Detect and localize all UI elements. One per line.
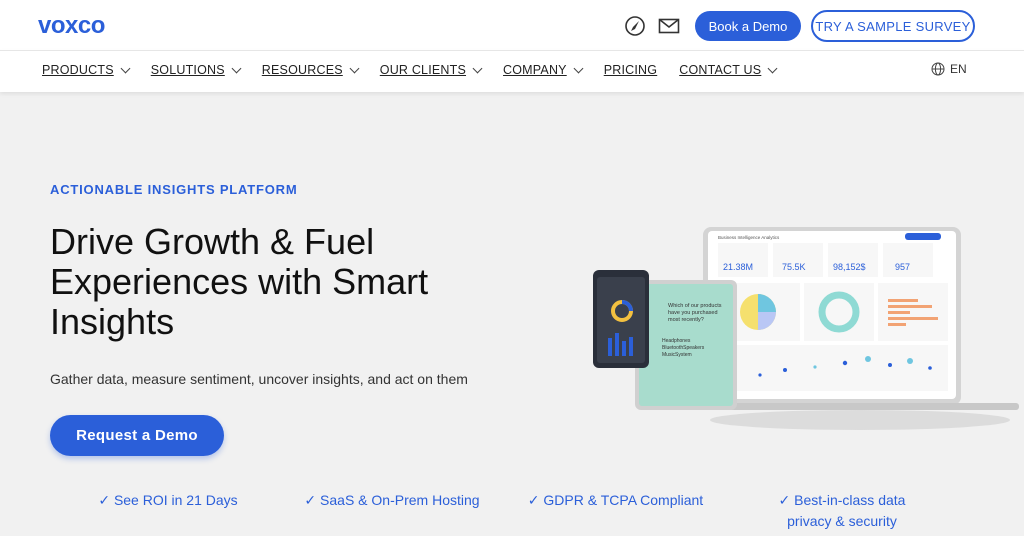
chevron-down-icon (767, 63, 778, 73)
chevron-down-icon (573, 63, 584, 73)
main-nav: PRODUCTS SOLUTIONS RESOURCES OUR CLIENTS COM… (0, 50, 1024, 92)
mail-icon[interactable] (658, 15, 680, 37)
nav-item-products[interactable]: PRODUCTS (42, 63, 131, 77)
hero-eyebrow: ACTIONABLE INSIGHTS PLATFORM (50, 182, 298, 197)
try-sample-survey-button[interactable]: TRY A SAMPLE SURVEY (811, 10, 975, 42)
feature-privacy: ✓ Best-in-class data privacy & security (778, 492, 906, 529)
dashboard-title: Business Intelligence Analytics (718, 235, 780, 240)
feature-roi: ✓ See ROI in 21 Days (98, 492, 238, 508)
kpi-3: 98,152$ (833, 262, 866, 272)
chevron-down-icon (231, 63, 242, 73)
chevron-down-icon (120, 63, 131, 73)
compass-icon[interactable] (624, 15, 646, 37)
hero-headline: Drive Growth & Fuel Experiences with Sma… (50, 221, 429, 342)
top-bar: voxco Book a Demo TRY A SAMPLE SURVEY (0, 0, 1024, 50)
nav-item-pricing[interactable]: PRICING (604, 63, 658, 77)
feature-compliance: ✓ GDPR & TCPA Compliant (527, 492, 704, 508)
kpi-1: 21.38M (723, 262, 753, 272)
language-label: EN (950, 62, 967, 76)
nav-item-company[interactable]: COMPANY (503, 63, 584, 77)
kpi-4: 957 (895, 262, 910, 272)
product-illustration: Business Intelligence Analytics 21.38M 7… (593, 227, 1019, 430)
nav-item-contact-us[interactable]: CONTACT US (679, 63, 778, 77)
language-selector[interactable]: EN (931, 62, 967, 76)
nav-items: PRODUCTS SOLUTIONS RESOURCES OUR CLIENTS COM… (42, 63, 798, 77)
chevron-down-icon (472, 63, 483, 73)
logo[interactable]: voxco (38, 12, 105, 40)
top-icons (624, 15, 680, 37)
feature-list: ✓ See ROI in 21 Days ✓ SaaS & On-Prem Ho… (0, 490, 1024, 536)
feature-hosting: ✓ SaaS & On-Prem Hosting (304, 492, 480, 508)
hero-subline: Gather data, measure sentiment, uncover … (50, 371, 468, 387)
request-demo-button[interactable]: Request a Demo (50, 415, 224, 456)
nav-item-our-clients[interactable]: OUR CLIENTS (380, 63, 483, 77)
nav-item-solutions[interactable]: SOLUTIONS (151, 63, 242, 77)
nav-item-resources[interactable]: RESOURCES (262, 63, 360, 77)
globe-icon (931, 62, 945, 76)
chevron-down-icon (349, 63, 360, 73)
kpi-2: 75.5K (782, 262, 806, 272)
book-demo-button[interactable]: Book a Demo (695, 11, 801, 41)
